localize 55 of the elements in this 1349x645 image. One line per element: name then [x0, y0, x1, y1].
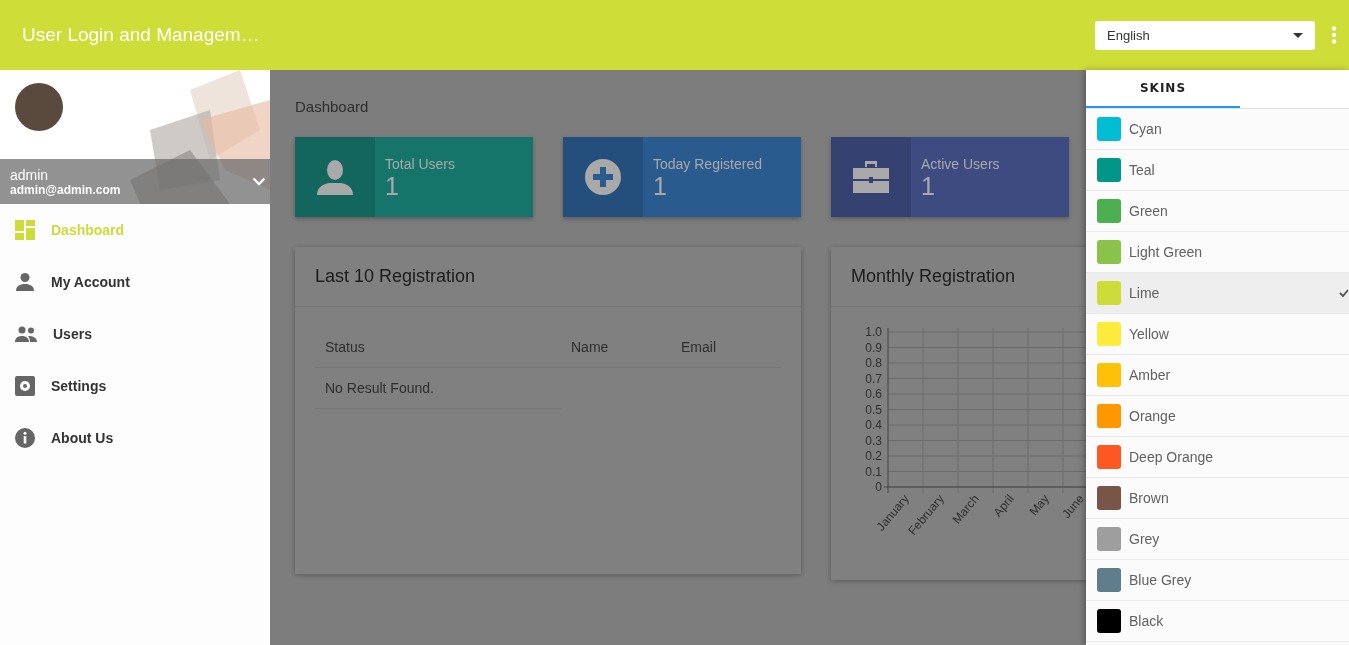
skin-option[interactable]: Brown [1086, 478, 1349, 519]
sidebar-item[interactable]: Users [0, 308, 270, 360]
y-tick-label: 1.0 [865, 325, 882, 339]
skin-option[interactable]: Blue Grey [1086, 560, 1349, 601]
y-tick-label: 0.1 [865, 464, 882, 479]
breadcrumb: Dashboard [295, 98, 369, 115]
stat-label: Total Users [385, 156, 456, 172]
plus-circle-icon [585, 159, 621, 195]
card-title: Last 10 Registration [295, 247, 801, 307]
skin-option[interactable]: Black [1086, 601, 1349, 642]
user-name: admin [10, 166, 50, 183]
dashboard-icon [15, 220, 35, 240]
avatar [15, 83, 63, 131]
column-header: Email [671, 327, 781, 368]
skin-option[interactable]: Orange [1086, 396, 1349, 437]
empty-message: No Result Found. [315, 367, 561, 409]
skin-option[interactable]: Teal [1086, 150, 1349, 191]
sidebar-item[interactable]: About Us [0, 412, 270, 464]
app-title: User Login and Managem… [22, 24, 261, 46]
skin-option[interactable]: Amber [1086, 355, 1349, 396]
sidebar-item[interactable]: My Account [0, 256, 270, 308]
skin-option[interactable]: Green [1086, 191, 1349, 232]
skin-option[interactable]: Deep Orange [1086, 437, 1349, 478]
y-tick-label: 0.3 [865, 433, 882, 448]
check-icon [1339, 289, 1349, 297]
y-tick-label: 0.6 [865, 387, 882, 401]
stat-label: Today Registered [653, 156, 762, 172]
stat-label: Active Users [921, 156, 1000, 172]
user-email: admin@admin.com [10, 182, 122, 197]
chevron-down-icon[interactable] [252, 177, 266, 186]
y-tick-label: 0.7 [865, 371, 882, 386]
skin-option[interactable]: Lime [1086, 273, 1349, 314]
y-tick-label: 0.9 [865, 340, 882, 355]
y-tick-label: 0.2 [865, 449, 882, 463]
y-tick-label: 0 [875, 480, 882, 494]
skin-option[interactable]: Cyan [1086, 109, 1349, 150]
y-tick-label: 0.8 [865, 356, 882, 370]
person-icon [317, 159, 353, 195]
language-select[interactable]: English [1095, 20, 1315, 50]
briefcase-icon [853, 161, 889, 193]
skin-option[interactable]: Yellow [1086, 314, 1349, 355]
column-header: Name [561, 327, 671, 368]
stat-value: 1 [385, 172, 400, 200]
stat-value: 1 [653, 172, 668, 200]
people-icon [15, 326, 37, 342]
y-tick-label: 0.4 [865, 418, 882, 432]
sidebar-item[interactable]: Settings [0, 360, 270, 412]
info-icon [15, 428, 35, 448]
caret-icon [1293, 32, 1303, 38]
settings-icon [15, 376, 35, 396]
skin-option[interactable]: Grey [1086, 519, 1349, 560]
person-icon [15, 272, 35, 292]
y-tick-label: 0.5 [865, 402, 882, 417]
stat-value: 1 [921, 172, 936, 200]
column-header: Status [315, 327, 561, 368]
